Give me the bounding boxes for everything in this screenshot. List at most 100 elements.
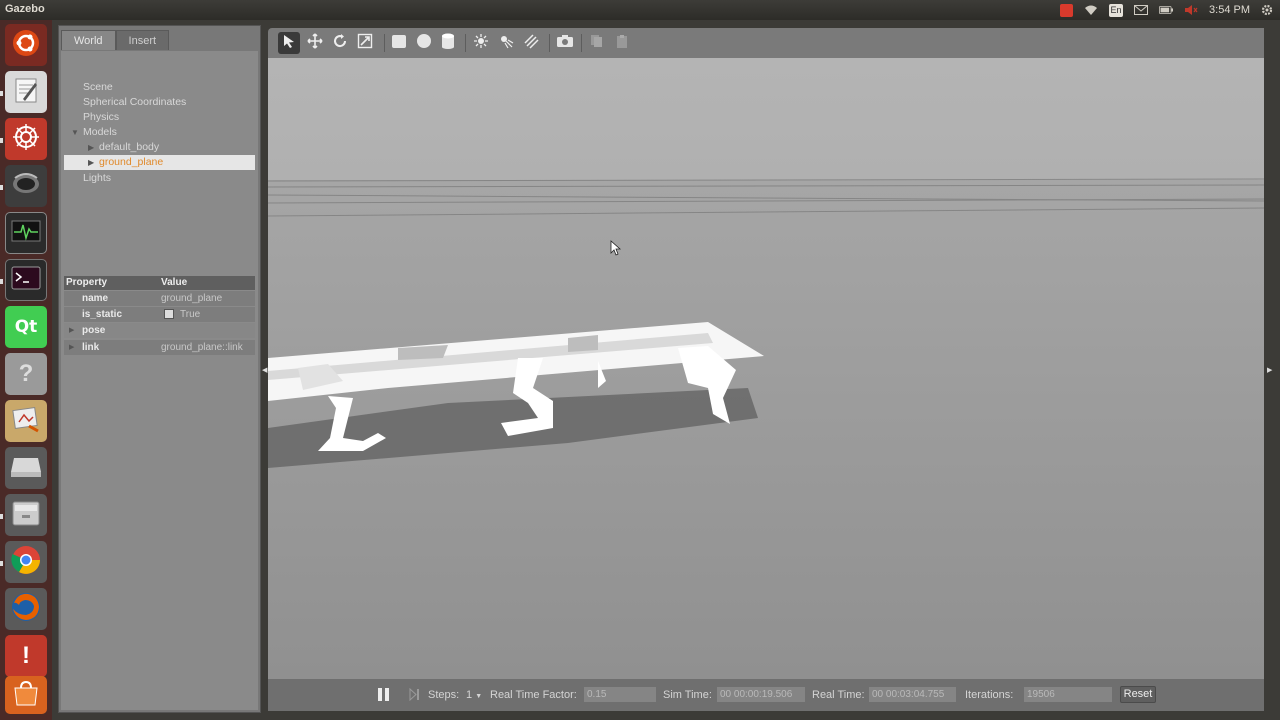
paste-icon (615, 34, 629, 53)
property-value: ground_plane (161, 293, 223, 304)
battery-icon[interactable] (1159, 4, 1174, 16)
launcher-update-alert[interactable]: ! (5, 635, 47, 677)
pose-expand-arrow-icon[interactable]: ▶ (69, 326, 74, 334)
insert-spot-light-button[interactable] (495, 32, 517, 54)
link-expand-arrow-icon[interactable]: ▶ (69, 343, 74, 351)
update-alert-icon: ! (22, 642, 30, 669)
screenshot-button[interactable] (554, 32, 576, 54)
rtf-label: Real Time Factor: (490, 689, 577, 701)
select-mode-button[interactable] (278, 32, 300, 54)
launcher-graphics-app[interactable] (5, 400, 47, 442)
rotate-icon (332, 33, 348, 54)
sphere-shape-icon (416, 33, 432, 54)
property-name: name (82, 293, 109, 304)
point-light-icon (473, 33, 489, 54)
ubuntu-software-icon (11, 680, 41, 711)
launcher-running-pip (0, 561, 3, 566)
scale-icon (357, 33, 373, 54)
real-time-field: 00 00:03:04.755 (869, 687, 956, 702)
volume-muted-icon[interactable] (1184, 4, 1198, 16)
launcher-drive[interactable] (5, 447, 47, 489)
property-value: True (180, 309, 201, 320)
launcher-ubuntu-software[interactable] (5, 676, 47, 714)
toolbar-separator (581, 34, 582, 52)
rotate-mode-button[interactable] (329, 32, 351, 54)
right-splitter-handle[interactable]: ▶ (1267, 366, 1272, 374)
scene-viewport[interactable] (268, 58, 1264, 679)
tab-world[interactable]: World (61, 30, 116, 50)
launcher-terminal[interactable] (5, 259, 47, 301)
insert-sphere-button[interactable] (413, 32, 435, 54)
tree-item-spherical-coordinates[interactable]: Spherical Coordinates (83, 95, 186, 110)
ground-plane-collapsed-arrow-icon[interactable]: ▶ (88, 158, 94, 167)
session-gear-icon[interactable] (1260, 4, 1274, 16)
translate-mode-button[interactable] (304, 32, 326, 54)
file-manager-icon (11, 499, 41, 532)
property-panel: Property Value name ground_plane is_stat… (61, 276, 258, 710)
launcher-running-pip (0, 279, 3, 284)
panel-tabs: World Insert (61, 30, 170, 50)
keyboard-layout-icon[interactable]: En (1109, 3, 1124, 17)
launcher-firefox[interactable] (5, 588, 47, 630)
left-splitter-handle[interactable]: ◀ (262, 366, 267, 374)
tree-item-scene[interactable]: Scene (83, 80, 113, 95)
launcher-file-manager[interactable] (5, 494, 47, 536)
launcher-qt-creator[interactable]: Qt (5, 306, 47, 348)
property-row-pose[interactable]: ▶ pose (64, 323, 255, 338)
is-static-checkbox[interactable] (164, 309, 174, 319)
tree-item-ground-plane[interactable]: ground_plane (99, 155, 163, 170)
move-arrows-icon (307, 32, 323, 54)
property-row-link[interactable]: ▶ link ground_plane::link (64, 340, 255, 355)
reset-time-button[interactable]: Reset (1120, 686, 1156, 703)
value-column-header: Value (161, 277, 188, 288)
box-shape-icon (391, 33, 407, 54)
system-monitor-icon (11, 220, 41, 247)
launcher-running-pip (0, 514, 3, 519)
clock[interactable]: 3:54 PM (1209, 4, 1250, 16)
firefox-icon (10, 591, 42, 628)
tree-item-lights[interactable]: Lights (83, 171, 111, 186)
models-expanded-arrow-icon[interactable]: ▼ (71, 128, 79, 137)
pause-icon-bar (385, 688, 389, 701)
tab-insert[interactable]: Insert (115, 30, 170, 50)
steps-spinbox[interactable]: 1 ▼ (466, 689, 482, 701)
launcher-settings[interactable] (5, 165, 47, 207)
help-icon: ? (18, 360, 34, 387)
copy-button[interactable] (586, 32, 608, 54)
insert-point-light-button[interactable] (470, 32, 492, 54)
system-tray: En 3:54 PM (1059, 0, 1280, 20)
record-indicator-icon[interactable] (1059, 3, 1073, 17)
launcher-ros[interactable] (5, 118, 47, 160)
mail-icon[interactable] (1134, 4, 1149, 16)
steps-value: 1 (466, 689, 473, 701)
wifi-icon[interactable] (1084, 4, 1098, 16)
pause-button[interactable] (378, 688, 390, 702)
tree-item-physics[interactable]: Physics (83, 110, 119, 125)
default-body-collapsed-arrow-icon[interactable]: ▶ (88, 143, 94, 152)
tree-item-default-body[interactable]: default_body (99, 140, 159, 155)
launcher-chrome[interactable] (5, 541, 47, 583)
camera-icon (556, 34, 574, 53)
text-editor-icon (11, 75, 41, 110)
step-button[interactable] (408, 687, 420, 704)
paste-button[interactable] (611, 32, 633, 54)
insert-box-button[interactable] (388, 32, 410, 54)
launcher-help[interactable]: ? (5, 353, 47, 395)
iterations-label: Iterations: (965, 689, 1014, 701)
launcher-dash[interactable] (5, 24, 47, 66)
tree-item-models[interactable]: Models (83, 125, 117, 140)
terminal-icon (11, 266, 41, 295)
sim-time-label: Sim Time: (663, 689, 712, 701)
app-title: Gazebo (5, 3, 45, 15)
property-row-is-static[interactable]: is_static True (64, 307, 255, 322)
world-tree: Scene Spherical Coordinates Physics ▼ Mo… (61, 51, 258, 276)
property-row-name[interactable]: name ground_plane (64, 291, 255, 306)
scale-mode-button[interactable] (354, 32, 376, 54)
top-panel: Gazebo En 3:54 PM (0, 0, 1280, 20)
launcher-text-editor[interactable] (5, 71, 47, 113)
launcher-system-monitor[interactable] (5, 212, 47, 254)
insert-directional-light-button[interactable] (520, 32, 542, 54)
iterations-field: 19506 (1024, 687, 1112, 702)
insert-cylinder-button[interactable] (437, 32, 459, 54)
property-value: ground_plane::link (161, 342, 243, 353)
